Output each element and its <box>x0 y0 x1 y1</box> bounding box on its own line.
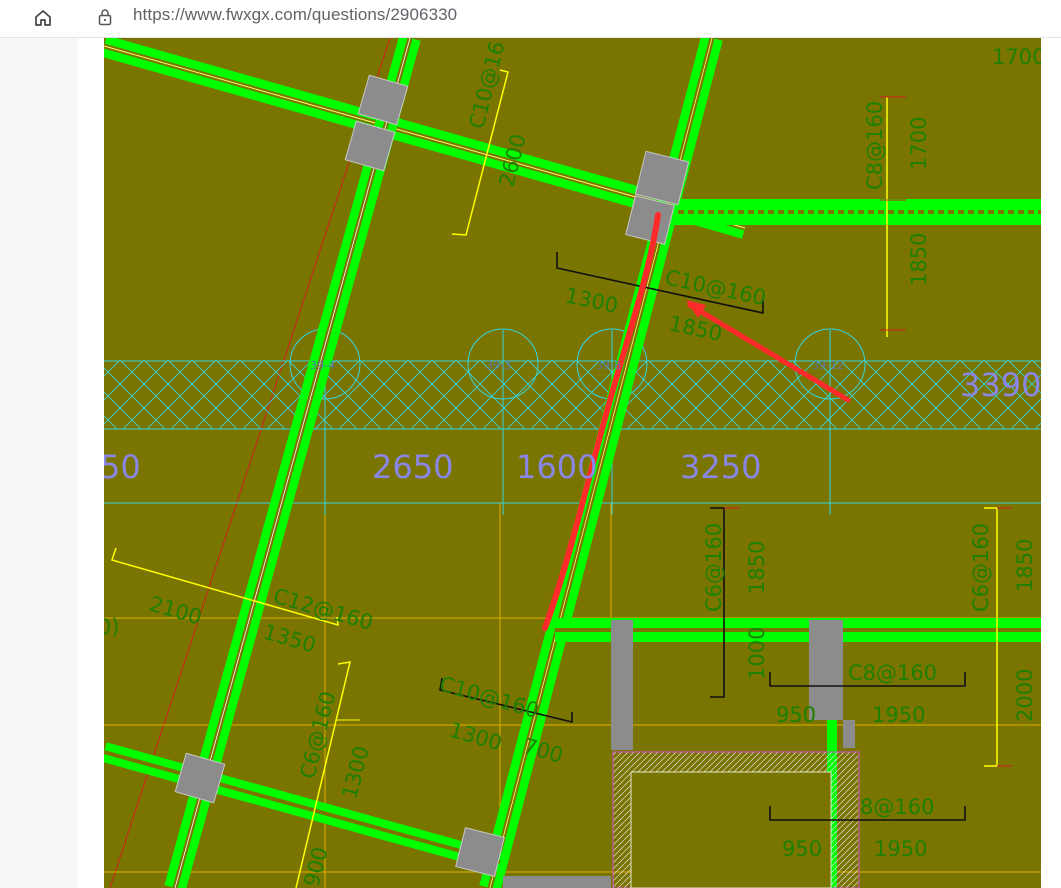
rebar-c8-bottom-1: C8@160 <box>848 661 937 685</box>
dim-2000: 2000 <box>1013 669 1037 722</box>
cad-drawing-image: 39-4 39-3 39-8 39-12 50 2650 1600 3250 3… <box>104 38 1041 888</box>
dim-1850-right: 1850 <box>907 233 931 286</box>
dim-1850-c6b: 1850 <box>1013 539 1037 592</box>
dim-paren: 0) <box>104 615 120 639</box>
axis-tag-3: 39-8 <box>596 359 621 372</box>
axis-tag-1: 39-4 <box>310 359 335 372</box>
home-button[interactable] <box>28 4 58 32</box>
axis-tag-2: 39-3 <box>486 359 511 372</box>
dim-1700-right: 1700 <box>907 117 931 170</box>
dim-1700-top: 1700 <box>992 45 1041 69</box>
dim-1850-c6a: 1850 <box>745 541 769 594</box>
left-gutter <box>0 38 78 888</box>
dim-1950-a: 1950 <box>872 703 925 727</box>
rebar-c6-left: C6@160 <box>702 523 726 612</box>
axis-dim-1600: 1600 <box>516 448 597 486</box>
address-bar: https://www.fwxgx.com/questions/2906330 <box>0 0 1061 38</box>
rebar-c8-right: C8@160 <box>863 101 887 190</box>
dim-950-a: 950 <box>776 703 816 727</box>
dim-950-b: 950 <box>782 837 822 861</box>
axis-dim-2650: 2650 <box>372 448 453 486</box>
home-icon <box>35 10 51 26</box>
rebar-c8-bottom-2: 8@160 <box>860 795 934 819</box>
lock-icon[interactable] <box>96 6 114 28</box>
axis-dim-3250: 3250 <box>680 448 761 486</box>
axis-tag-4: 39-12 <box>812 359 844 372</box>
rebar-c6-right: C6@160 <box>969 523 993 612</box>
dim-1950-b: 1950 <box>874 837 927 861</box>
dim-1000: 1000 <box>745 627 769 680</box>
axis-dim-50: 50 <box>104 448 141 486</box>
url-text[interactable]: https://www.fwxgx.com/questions/2906330 <box>133 5 457 25</box>
axis-dim-3390: 3390 <box>960 366 1041 404</box>
